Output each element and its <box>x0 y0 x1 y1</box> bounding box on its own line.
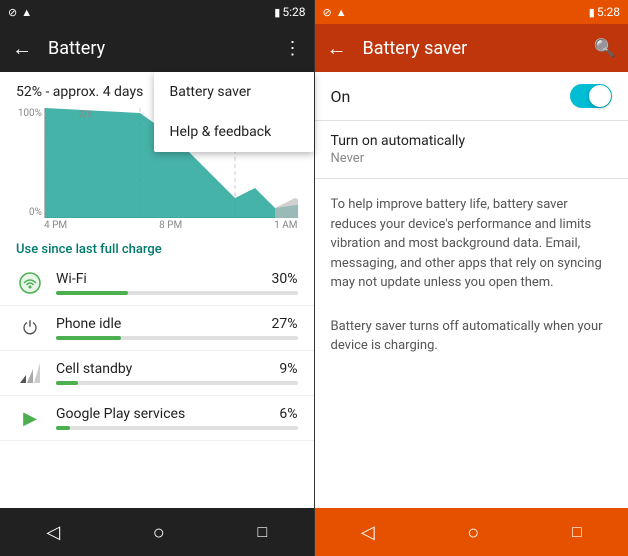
dropdown-help-feedback[interactable]: Help & feedback <box>154 112 314 152</box>
use-since-label: Use since last full charge <box>0 234 314 261</box>
right-panel: ⊘ ▲ ▮ 5:28 ← Battery saver 🔍 On Turn on … <box>315 0 628 556</box>
phone-idle-bar-bg <box>56 336 298 340</box>
gplay-info: Google Play services 6% <box>56 406 298 430</box>
left-nav-bar: ◁ ○ □ <box>0 508 314 556</box>
right-toolbar-icons: 🔍 <box>594 38 616 59</box>
left-toolbar-title: Battery <box>48 38 268 59</box>
cell-signal-icon <box>16 359 44 387</box>
left-time: 5:28 <box>282 5 305 19</box>
right-toolbar: ← Battery saver 🔍 <box>315 24 628 72</box>
right-battery-icon: ▮ <box>589 6 595 19</box>
right-toolbar-title: Battery saver <box>363 38 578 59</box>
right-back-button[interactable]: ← <box>327 36 347 61</box>
phone-idle-info: Phone idle 27% <box>56 316 298 340</box>
right-time: 5:28 <box>597 5 620 19</box>
notification-icon: ⊘ <box>8 6 17 19</box>
wifi-bar-bg <box>56 291 298 295</box>
left-toolbar: ← Battery ⋮ <box>0 24 314 72</box>
right-wifi-icon: ▲ <box>336 6 347 19</box>
gplay-row: Google Play services 6% <box>56 406 298 422</box>
left-back-button[interactable]: ← <box>12 36 32 61</box>
right-nav-home[interactable]: ○ <box>467 520 479 545</box>
wifi-bar-fill <box>56 291 128 295</box>
more-options-icon[interactable]: ⋮ <box>284 38 302 59</box>
battery-status-icon: ▮ <box>274 6 280 19</box>
play-icon: ▶ <box>16 404 44 432</box>
cell-standby-info: Cell standby 9% <box>56 361 298 385</box>
date-label-1: 2/5 <box>78 110 92 120</box>
y-label-0: 0% <box>16 207 42 218</box>
right-nav-back[interactable]: ◁ <box>361 522 375 543</box>
left-nav-home[interactable]: ○ <box>153 520 165 545</box>
wifi-item-info: Wi-Fi 30% <box>56 271 298 295</box>
list-item[interactable]: ▶ Google Play services 6% <box>0 396 314 441</box>
wifi-item-pct: 30% <box>272 271 298 287</box>
right-nav-recent[interactable]: □ <box>572 522 582 542</box>
gplay-name: Google Play services <box>56 406 185 422</box>
cell-standby-pct: 9% <box>279 361 297 377</box>
wifi-item-row: Wi-Fi 30% <box>56 271 298 287</box>
wifi-icon <box>16 269 44 297</box>
cell-standby-bar-fill <box>56 381 78 385</box>
phone-idle-pct: 27% <box>272 316 298 332</box>
list-item[interactable]: ⏻ Phone idle 27% <box>0 306 314 351</box>
cell-standby-row: Cell standby 9% <box>56 361 298 377</box>
cell-standby-bar-bg <box>56 381 298 385</box>
wifi-status-icon: ▲ <box>21 6 32 19</box>
toggle-switch[interactable] <box>570 84 612 108</box>
left-nav-recent[interactable]: □ <box>258 522 268 542</box>
info-text-2: Battery saver turns off automatically wh… <box>315 301 628 364</box>
x-label-8pm: 8 PM <box>159 220 182 231</box>
right-notification-icon: ⊘ <box>323 6 332 19</box>
phone-idle-bar-fill <box>56 336 121 340</box>
y-label-100: 100% <box>16 108 42 119</box>
list-item[interactable]: Cell standby 9% <box>0 351 314 396</box>
right-status-bar: ⊘ ▲ ▮ 5:28 <box>315 0 628 24</box>
phone-idle-name: Phone idle <box>56 316 121 332</box>
dropdown-menu: Battery saver Help & feedback <box>154 72 314 152</box>
left-nav-back[interactable]: ◁ <box>46 522 60 543</box>
list-item[interactable]: Wi-Fi 30% <box>0 261 314 306</box>
power-icon: ⏻ <box>16 314 44 342</box>
x-label-4pm: 4 PM <box>44 220 67 231</box>
right-nav-bar: ◁ ○ □ <box>315 508 628 556</box>
auto-turn-on-title: Turn on automatically <box>331 133 613 149</box>
auto-turn-on-value: Never <box>331 151 613 166</box>
phone-idle-row: Phone idle 27% <box>56 316 298 332</box>
info-text-1: To help improve battery life, battery sa… <box>315 179 628 301</box>
toggle-label: On <box>331 87 351 106</box>
wifi-item-name: Wi-Fi <box>56 271 87 287</box>
search-icon[interactable]: 🔍 <box>594 38 616 59</box>
gplay-bar-fill <box>56 426 70 430</box>
battery-list: Wi-Fi 30% ⏻ Phone idle 27% <box>0 261 314 508</box>
auto-turn-on-row[interactable]: Turn on automatically Never <box>315 121 628 179</box>
dropdown-battery-saver[interactable]: Battery saver <box>154 72 314 112</box>
gplay-bar-bg <box>56 426 298 430</box>
left-panel: ⊘ ▲ ▮ 5:28 ← Battery ⋮ Battery saver Hel… <box>0 0 314 556</box>
cell-standby-name: Cell standby <box>56 361 132 377</box>
left-status-bar: ⊘ ▲ ▮ 5:28 <box>0 0 314 24</box>
toggle-knob <box>589 85 611 107</box>
x-label-1am: 1 AM <box>274 220 297 231</box>
gplay-pct: 6% <box>279 406 297 422</box>
battery-saver-toggle-row[interactable]: On <box>315 72 628 121</box>
